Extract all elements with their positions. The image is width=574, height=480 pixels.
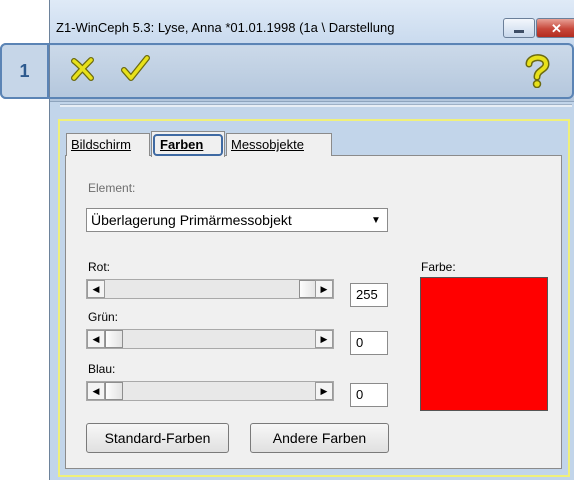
- red-label: Rot:: [88, 260, 111, 274]
- red-scrollbar[interactable]: ◀ ▶: [86, 279, 334, 299]
- green-thumb[interactable]: [105, 330, 123, 348]
- tab-messobjekte[interactable]: Messobjekte: [226, 133, 332, 156]
- element-select[interactable]: Überlagerung Primärmessobjekt ▼: [86, 208, 388, 232]
- red-value[interactable]: 255: [350, 283, 388, 307]
- toolbar: [50, 46, 574, 102]
- callout-number: 1: [19, 60, 30, 81]
- scroll-right-icon[interactable]: ▶: [315, 330, 333, 348]
- tab-bildschirm[interactable]: Bildschirm: [66, 133, 150, 156]
- color-swatch: [420, 277, 548, 411]
- other-colors-button[interactable]: Andere Farben: [250, 423, 389, 453]
- blue-label: Blau:: [88, 362, 116, 376]
- close-icon: ✕: [551, 20, 562, 36]
- green-scrollbar[interactable]: ◀ ▶: [86, 329, 334, 349]
- element-label: Element:: [88, 181, 136, 195]
- element-select-value: Überlagerung Primärmessobjekt: [91, 212, 292, 228]
- tab-label: Messobjekte: [231, 137, 304, 152]
- cancel-button[interactable]: [66, 52, 100, 86]
- tab-label: Bildschirm: [71, 137, 131, 152]
- green-value[interactable]: 0: [350, 331, 388, 355]
- tab-label: Farben: [160, 137, 204, 152]
- minimize-icon: [514, 29, 524, 33]
- callout-badge: 1: [0, 43, 49, 99]
- x-icon: [71, 57, 94, 81]
- blue-value[interactable]: 0: [350, 383, 388, 407]
- scroll-left-icon[interactable]: ◀: [87, 382, 105, 400]
- scroll-left-icon[interactable]: ◀: [87, 280, 105, 298]
- blue-scrollbar[interactable]: ◀ ▶: [86, 381, 334, 401]
- scroll-left-icon[interactable]: ◀: [87, 330, 105, 348]
- color-label: Farbe:: [421, 260, 456, 274]
- green-label: Grün:: [88, 310, 119, 324]
- standard-colors-button[interactable]: Standard-Farben: [86, 423, 229, 453]
- separator: [60, 104, 572, 107]
- tab-farben[interactable]: Farben: [151, 131, 225, 157]
- close-button[interactable]: ✕: [536, 18, 574, 38]
- scroll-right-icon[interactable]: ▶: [315, 280, 333, 298]
- blue-thumb[interactable]: [105, 382, 123, 400]
- question-mark-icon: [525, 54, 550, 89]
- scroll-right-icon[interactable]: ▶: [315, 382, 333, 400]
- ok-button[interactable]: [118, 52, 152, 86]
- title-bar: Z1-WinCeph 5.3: Lyse, Anna *01.01.1998 (…: [50, 0, 574, 44]
- checkmark-icon: [121, 55, 150, 81]
- chevron-down-icon[interactable]: ▼: [366, 210, 386, 230]
- minimize-button[interactable]: [503, 18, 535, 38]
- help-button[interactable]: [520, 52, 554, 89]
- window-title: Z1-WinCeph 5.3: Lyse, Anna *01.01.1998 (…: [56, 20, 395, 35]
